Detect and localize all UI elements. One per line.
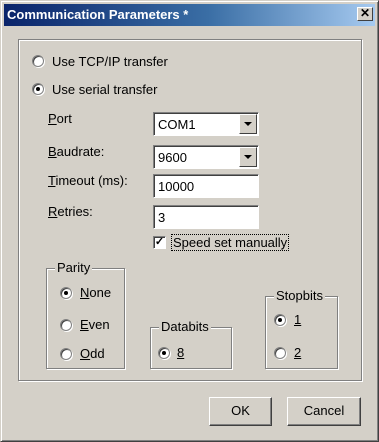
ok-button[interactable]: OK	[209, 397, 272, 426]
content-panel: Use TCP/IP transfer Use serial transfer …	[18, 39, 362, 381]
port-label: Port	[48, 111, 72, 126]
radio-parity-even[interactable]	[60, 319, 72, 331]
baudrate-value: 9600	[158, 150, 187, 165]
databits-8-label[interactable]: 8	[177, 345, 184, 360]
timeout-label: Timeout (ms):	[48, 173, 128, 188]
tcpip-label[interactable]: Use TCP/IP transfer	[52, 54, 168, 69]
serial-label[interactable]: Use serial transfer	[52, 82, 157, 97]
radio-stopbits-2[interactable]	[274, 347, 286, 359]
window-title: Communication Parameters *	[7, 7, 189, 22]
title-bar: Communication Parameters * ✕	[4, 4, 375, 26]
parity-group: Parity None Even Odd	[46, 260, 125, 369]
retries-label: Retries:	[48, 204, 93, 219]
close-button[interactable]: ✕	[357, 7, 373, 21]
radio-serial[interactable]	[32, 83, 44, 95]
port-value: COM1	[158, 117, 196, 132]
radio-tcpip[interactable]	[32, 55, 44, 67]
close-icon: ✕	[359, 6, 371, 20]
baudrate-label: Baudrate:	[48, 144, 105, 159]
speed-manual-label[interactable]: Speed set manually	[170, 234, 290, 251]
radio-databits-8[interactable]	[158, 347, 170, 359]
parity-group-title: Parity	[55, 260, 93, 275]
parity-even-label[interactable]: Even	[80, 317, 110, 332]
retries-input[interactable]: 3	[153, 205, 259, 229]
communication-parameters-dialog: Communication Parameters * ✕ Use TCP/IP …	[0, 0, 379, 442]
stopbits-group: Stopbits 1 2	[265, 288, 338, 369]
radio-selected-dot	[162, 351, 166, 355]
baudrate-select[interactable]: 9600	[153, 145, 259, 169]
stopbits-1-label[interactable]: 1	[294, 312, 301, 327]
timeout-input[interactable]: 10000	[153, 174, 259, 198]
radio-selected-dot	[36, 87, 40, 91]
parity-odd-label[interactable]: Odd	[80, 346, 105, 361]
radio-parity-odd[interactable]	[60, 348, 72, 360]
stopbits-group-title: Stopbits	[274, 288, 325, 303]
cancel-button[interactable]: Cancel	[287, 397, 361, 426]
port-select[interactable]: COM1	[153, 112, 259, 136]
check-icon: ✓	[154, 236, 165, 248]
port-dropdown-button[interactable]	[239, 114, 257, 134]
timeout-value: 10000	[158, 179, 195, 194]
chevron-down-icon	[244, 122, 252, 126]
radio-stopbits-1[interactable]	[274, 314, 286, 326]
radio-parity-none[interactable]	[60, 287, 72, 299]
radio-selected-dot	[278, 318, 282, 322]
parity-none-label[interactable]: None	[80, 285, 111, 300]
speed-manual-checkbox[interactable]: ✓	[153, 236, 166, 249]
databits-group-title: Databits	[159, 319, 211, 334]
chevron-down-icon	[244, 155, 252, 159]
radio-selected-dot	[64, 291, 68, 295]
stopbits-2-label[interactable]: 2	[294, 345, 301, 360]
baudrate-dropdown-button[interactable]	[239, 147, 257, 167]
databits-group: Databits 8	[150, 319, 232, 369]
retries-value: 3	[158, 210, 166, 225]
